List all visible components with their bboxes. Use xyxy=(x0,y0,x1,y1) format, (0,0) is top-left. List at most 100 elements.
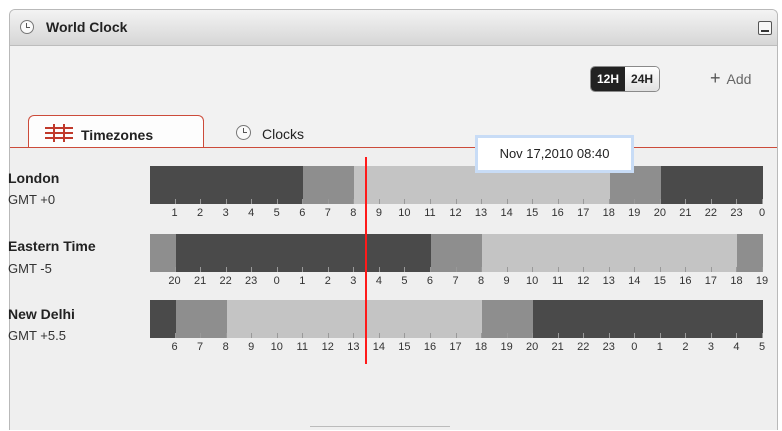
resize-handle[interactable] xyxy=(310,426,450,431)
minimize-icon[interactable] xyxy=(758,21,772,35)
hour-label: 10 xyxy=(270,341,283,353)
hour-label: 20 xyxy=(653,207,666,219)
hour-segment xyxy=(150,166,177,204)
hour-segment xyxy=(507,234,534,272)
timezones-grid-icon xyxy=(45,124,73,142)
hour-label: 17 xyxy=(449,341,462,353)
hour-label: 14 xyxy=(372,341,385,353)
hour-segment xyxy=(303,300,330,338)
hour-segment xyxy=(507,300,534,338)
hour-segment xyxy=(303,234,330,272)
hour-label: 20 xyxy=(168,275,181,287)
hour-label: 19 xyxy=(755,275,769,287)
zone-name: London xyxy=(8,170,60,186)
hour-label: 2 xyxy=(197,207,204,219)
hour-label: 19 xyxy=(500,341,513,353)
hour-label: 1 xyxy=(299,275,306,287)
hour-segment xyxy=(533,234,560,272)
world-clock-widget: World Clock 12H 24H + Add Timezones Clock… xyxy=(9,9,778,430)
hour-segment xyxy=(150,300,177,338)
hour-segment xyxy=(660,300,687,338)
hour-label: 0 xyxy=(631,341,638,353)
hour-label: 10 xyxy=(398,207,411,219)
hour-label: 21 xyxy=(679,207,692,219)
hour-label: 14 xyxy=(628,275,641,287)
hour-label: 13 xyxy=(347,341,360,353)
hour-tick xyxy=(762,267,763,272)
hour-segment xyxy=(252,300,279,338)
tab-timezones[interactable]: Timezones xyxy=(28,115,204,148)
hour-label: 18 xyxy=(474,341,488,353)
hour-segment xyxy=(660,166,687,204)
timeline-bar[interactable]: 20 21 22 23 0 1 2 3 4 5 6 7 8 9 10 11 12 13 14 15 16 17 18 19 xyxy=(150,234,768,287)
hour-label: 7 xyxy=(452,275,459,287)
hour-segment xyxy=(175,234,202,272)
hour-label: 23 xyxy=(730,207,743,219)
tab-label: Clocks xyxy=(262,126,305,142)
format-24h-button[interactable]: 24H xyxy=(625,67,660,91)
hour-segment xyxy=(686,166,713,204)
hour-label: 3 xyxy=(350,275,357,287)
hour-label: 19 xyxy=(628,207,641,219)
hour-segment xyxy=(328,234,355,272)
hour-segment xyxy=(277,300,304,338)
hour-segment xyxy=(226,234,253,272)
hour-segment xyxy=(635,166,662,204)
hour-segment xyxy=(482,234,509,272)
hour-segment xyxy=(430,234,457,272)
hour-label: 22 xyxy=(219,275,232,287)
hour-segment xyxy=(456,300,483,338)
timeline-bar[interactable]: 1 2 3 4 5 6 7 8 9 10 11 12 13 14 15 16 17 18 19 20 21 22 23 0 xyxy=(150,166,765,219)
zone-offset: GMT +5.5 xyxy=(8,328,66,343)
clock-icon xyxy=(236,125,251,140)
format-12h-button[interactable]: 12H xyxy=(591,67,626,91)
tab-clocks[interactable]: Clocks xyxy=(228,115,338,147)
hour-label: 0 xyxy=(273,275,280,287)
hour-label: 8 xyxy=(477,275,485,287)
hour-segment xyxy=(252,234,279,272)
hour-segment xyxy=(252,166,279,204)
hour-segment xyxy=(379,234,406,272)
hour-label: 9 xyxy=(248,341,255,353)
hour-label: 6 xyxy=(426,275,434,287)
hour-label: 13 xyxy=(474,207,488,219)
hour-label: 12 xyxy=(577,275,590,287)
hour-label: 6 xyxy=(171,341,178,353)
hour-label: 18 xyxy=(730,275,743,287)
hour-tick xyxy=(762,199,763,204)
hour-segment xyxy=(737,166,764,204)
current-time-line[interactable] xyxy=(365,157,367,364)
hour-segment xyxy=(584,234,611,272)
hour-segment xyxy=(711,166,738,204)
hour-segment xyxy=(686,234,713,272)
hour-segment xyxy=(328,300,355,338)
tab-label: Timezones xyxy=(81,127,154,143)
hour-segment xyxy=(201,166,228,204)
hour-tick xyxy=(762,333,763,338)
hour-label: 5 xyxy=(758,341,766,353)
hour-label: 13 xyxy=(602,275,615,287)
hour-label: 4 xyxy=(375,275,382,287)
title-bar: World Clock xyxy=(10,10,777,46)
hour-label: 11 xyxy=(551,275,564,287)
timeline-bar[interactable]: 6 7 8 9 10 11 12 13 14 15 16 17 18 19 20 21 22 23 0 1 2 3 4 5 xyxy=(150,300,765,353)
zone-offset: GMT +0 xyxy=(8,192,56,207)
hour-label: 17 xyxy=(704,275,718,287)
hour-segment xyxy=(379,300,406,338)
hour-label: 18 xyxy=(602,207,615,219)
hour-segment xyxy=(558,234,585,272)
hour-label: 8 xyxy=(222,341,229,353)
hour-label: 15 xyxy=(653,275,666,287)
hour-label: 0 xyxy=(758,207,766,219)
hour-segment xyxy=(379,166,406,204)
hour-label: 16 xyxy=(423,341,437,353)
hour-segment xyxy=(354,300,381,338)
hour-label: 4 xyxy=(733,341,740,353)
hour-label: 22 xyxy=(577,341,590,353)
add-button[interactable]: + Add xyxy=(710,68,751,89)
hour-label: 16 xyxy=(679,275,692,287)
hour-segment xyxy=(711,234,738,272)
hour-segment xyxy=(226,300,253,338)
hour-segment xyxy=(303,166,330,204)
hour-segment xyxy=(456,234,483,272)
